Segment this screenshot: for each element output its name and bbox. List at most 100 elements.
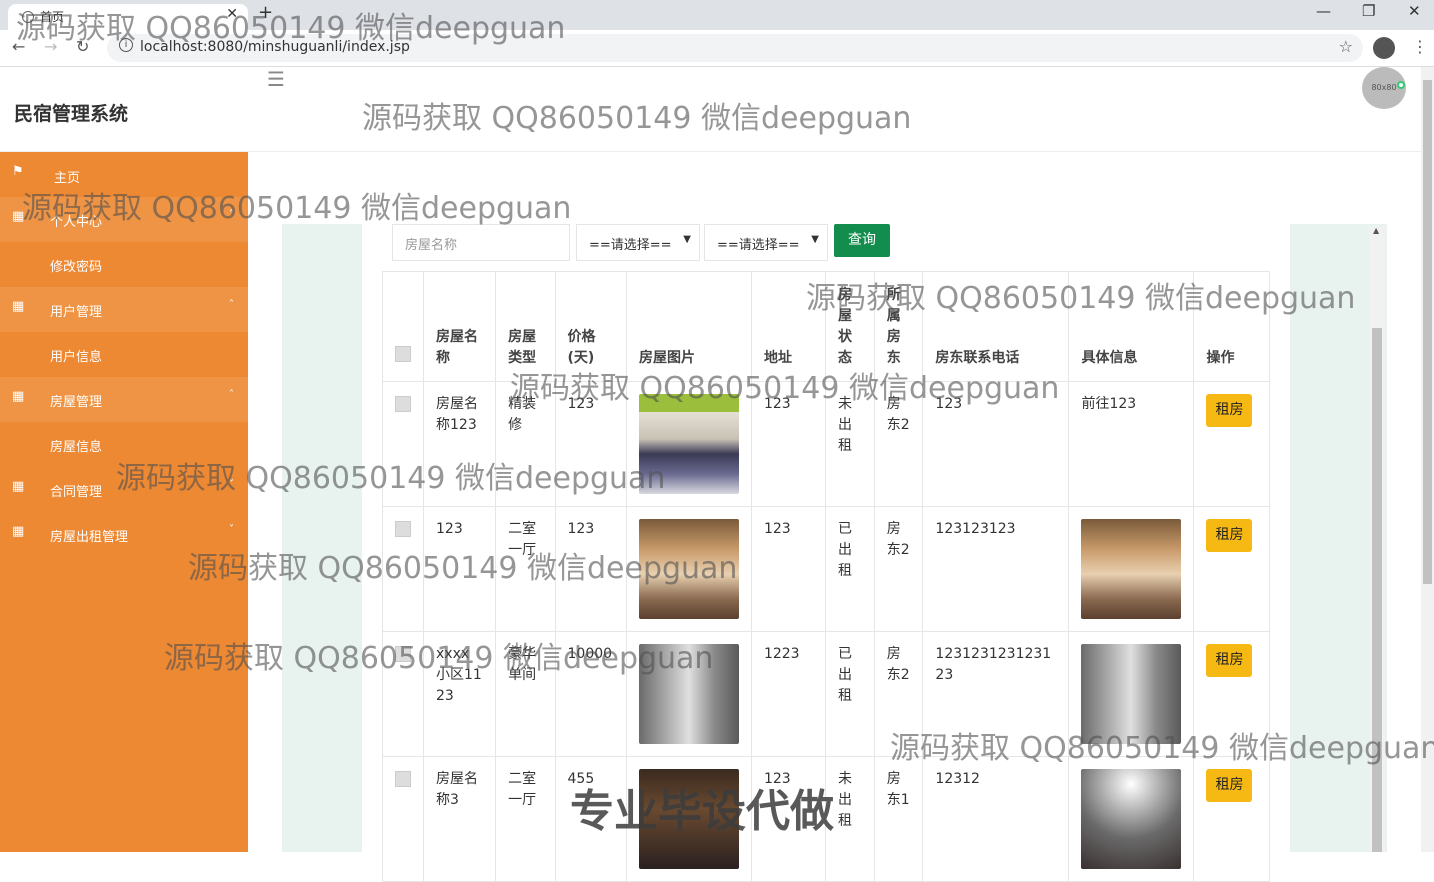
address-cell: 123	[750, 756, 826, 882]
status-select[interactable]: ==请选择== ▼	[576, 224, 700, 261]
sidebar-item-change-password[interactable]: 修改密码	[0, 242, 248, 287]
house-name-search-input[interactable]: 房屋名称	[392, 224, 570, 261]
menu-kebab-icon[interactable]: ⋮	[1412, 37, 1428, 56]
info-image[interactable]	[1081, 769, 1182, 869]
browser-toolbar: ← → ↻ i localhost:8080/minshuguanli/inde…	[0, 30, 1434, 67]
phone-cell: 123	[922, 381, 1070, 507]
house-name-cell: 房屋名称3	[422, 756, 497, 882]
house-image[interactable]	[638, 519, 739, 619]
house-image-cell	[625, 756, 752, 882]
col-header: 房东联系电话	[922, 271, 1070, 382]
sidebar-item-label: 修改密码	[50, 260, 103, 275]
chevron-up-icon: ˄	[229, 299, 234, 310]
row-checkbox[interactable]	[395, 521, 411, 537]
info-icon[interactable]: i	[119, 38, 133, 52]
address-cell: 123	[750, 381, 826, 507]
col-header: 房屋状态	[824, 271, 875, 382]
forward-icon[interactable]: →	[44, 37, 57, 56]
row-checkbox[interactable]	[395, 396, 411, 412]
address-bar[interactable]: i localhost:8080/minshuguanli/index.jsp …	[107, 34, 1363, 62]
select-all-checkbox[interactable]	[395, 346, 411, 362]
owner-cell: 房东2	[873, 381, 924, 507]
col-header: 操作	[1193, 271, 1270, 382]
row-select-cell	[382, 381, 424, 507]
info-cell: 前往123	[1068, 381, 1195, 507]
row-checkbox[interactable]	[395, 646, 411, 662]
flag-icon: ⚑	[12, 164, 24, 179]
info-image[interactable]	[1081, 519, 1182, 619]
url-text[interactable]: localhost:8080/minshuguanli/index.jsp	[140, 39, 410, 55]
house-image[interactable]	[638, 769, 739, 869]
back-icon[interactable]: ←	[12, 37, 25, 56]
query-button[interactable]: 查询	[834, 224, 890, 257]
sidebar-item-label: 主页	[54, 171, 81, 186]
restore-button[interactable]: ❐	[1362, 2, 1375, 20]
profile-icon[interactable]	[1373, 37, 1395, 59]
minimize-button[interactable]: —	[1316, 2, 1331, 20]
scroll-up-arrow-icon[interactable]: ▲	[1373, 226, 1379, 235]
sidebar-item-rental-management[interactable]: ▦ 房屋出租管理 ˅	[0, 512, 248, 557]
price-cell: 455	[554, 756, 627, 882]
type-select[interactable]: ==请选择== ▼	[704, 224, 828, 261]
rent-button[interactable]: 租房	[1206, 519, 1253, 552]
house-image[interactable]	[638, 394, 739, 494]
bookmark-star-icon[interactable]: ☆	[1339, 37, 1353, 56]
online-status-dot	[1397, 81, 1405, 89]
browser-titlebar: 首页 ✕ + — ❐ ✕	[0, 0, 1434, 30]
browser-tab[interactable]: 首页 ✕	[8, 4, 248, 30]
rent-button[interactable]: 租房	[1206, 394, 1253, 427]
inner-scrollbar-thumb[interactable]	[1372, 328, 1382, 852]
row-checkbox[interactable]	[395, 771, 411, 787]
house-type-cell: 豪华单间	[495, 631, 556, 757]
close-window-button[interactable]: ✕	[1408, 2, 1421, 20]
rent-button[interactable]: 租房	[1206, 769, 1253, 802]
sidebar-item-label: 个人中心	[50, 215, 103, 230]
house-name-cell: 123	[422, 506, 497, 632]
app-header: 民宿管理系统 ☰ 80x80	[0, 67, 1421, 152]
select-value: ==请选择==	[589, 238, 672, 253]
sidebar-item-user-management[interactable]: ▦ 用户管理 ˄	[0, 287, 248, 332]
action-cell: 租房	[1193, 631, 1270, 757]
row-select-cell	[382, 756, 424, 882]
col-header: 所属房东	[873, 271, 924, 382]
sidebar-item-house-management[interactable]: ▦ 房屋管理 ˄	[0, 377, 248, 422]
page-scrollbar-thumb[interactable]	[1423, 80, 1432, 584]
house-type-cell: 精装修	[495, 381, 556, 507]
tab-close-icon[interactable]: ✕	[226, 6, 238, 22]
sidebar-item-label: 房屋信息	[50, 440, 103, 455]
sidebar-item-personal-center[interactable]: ▦ 个人中心 ˄	[0, 197, 248, 242]
info-cell	[1068, 506, 1195, 632]
house-type-cell: 二室一厅	[495, 506, 556, 632]
owner-cell: 房东1	[873, 756, 924, 882]
sidebar-item-home[interactable]: ⚑ 主页	[0, 152, 248, 197]
info-image[interactable]	[1081, 644, 1182, 744]
chevron-down-icon: ▼	[683, 234, 691, 245]
house-image-cell	[625, 631, 752, 757]
status-cell: 已出租	[824, 631, 875, 757]
select-value: ==请选择==	[717, 238, 800, 253]
info-cell	[1068, 756, 1195, 882]
action-cell: 租房	[1193, 506, 1270, 632]
sidebar: ⚑ 主页 ▦ 个人中心 ˄ 修改密码 ▦ 用户管理 ˄ 用户信息 ▦ 房屋管理 …	[0, 152, 248, 852]
new-tab-button[interactable]: +	[258, 2, 273, 23]
sidebar-item-contract-management[interactable]: ▦ 合同管理 ˅	[0, 467, 248, 512]
sidebar-item-user-info[interactable]: 用户信息	[0, 332, 248, 377]
phone-cell: 123123123123123	[922, 631, 1070, 757]
grid-icon: ▦	[12, 389, 25, 404]
rent-button[interactable]: 租房	[1206, 644, 1253, 677]
main-content: 房屋名称 ==请选择== ▼ ==请选择== ▼ 查询 房屋名称 房屋类型 价格(天…	[248, 152, 1421, 882]
hamburger-menu-icon[interactable]: ☰	[267, 67, 285, 91]
house-image[interactable]	[638, 644, 739, 744]
select-all-cell	[382, 271, 424, 382]
table-row: 123 二室一厅 123 123 已出租 房东2 123123123 租房	[382, 506, 1270, 632]
house-table: 房屋名称 房屋类型 价格(天) 房屋图片 地址 房屋状态 所属房东 房东联系电话…	[382, 271, 1270, 882]
sidebar-item-house-info[interactable]: 房屋信息	[0, 422, 248, 467]
chevron-up-icon: ˄	[229, 389, 234, 400]
owner-cell: 房东2	[873, 631, 924, 757]
reload-icon[interactable]: ↻	[76, 37, 89, 56]
table-row: 房屋名称3 二室一厅 455 123 未出租 房东1 12312 租房	[382, 756, 1270, 882]
col-header: 房屋图片	[625, 271, 752, 382]
sidebar-item-label: 合同管理	[50, 485, 103, 500]
row-select-cell	[382, 506, 424, 632]
owner-cell: 房东2	[873, 506, 924, 632]
